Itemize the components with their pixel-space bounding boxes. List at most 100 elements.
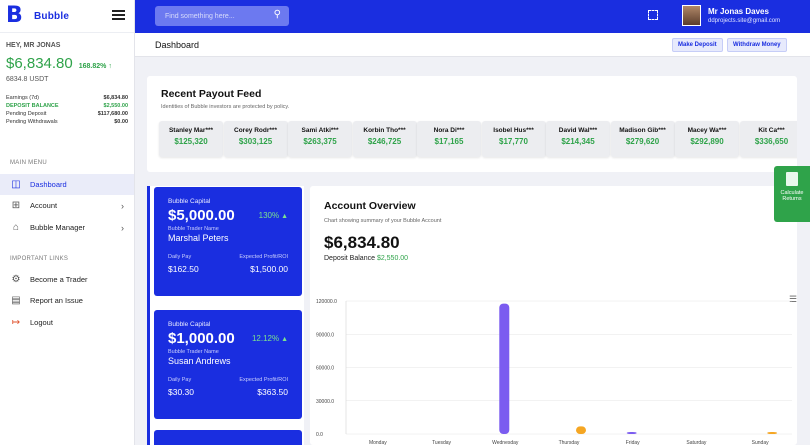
trader-name-label: Bubble Trader Name xyxy=(168,349,219,355)
home-icon: ⌂ xyxy=(12,222,20,233)
sub-header: Dashboard Make Deposit Withdraw Money xyxy=(135,33,810,57)
daily-pay-label: Daily Pay xyxy=(168,377,192,383)
x-tick-label: Friday xyxy=(626,440,640,445)
gear-icon: ⚙ xyxy=(11,274,21,285)
x-tick-label: Tuesday xyxy=(432,440,451,445)
capital-label: Bubble Capital xyxy=(168,321,211,328)
roi-value: $1,500.00 xyxy=(250,264,288,274)
sidebar-item-label: Bubble Manager xyxy=(30,223,86,232)
roi-label: Expected Profit/ROI xyxy=(239,254,288,260)
daily-pay-value: $30.30 xyxy=(168,387,194,397)
document-icon: ▤ xyxy=(11,295,21,306)
trader-card-partial[interactable] xyxy=(154,430,302,445)
sidebar-item-dashboard[interactable]: ◫ Dashboard xyxy=(0,174,134,195)
sidebar-item-label: Dashboard xyxy=(30,180,67,189)
calculator-icon xyxy=(786,172,798,186)
trader-card[interactable]: Bubble Capital $5,000.00 130% Bubble Trader… xyxy=(154,187,302,296)
payout-feed-subtitle: Identities of Bubble investors are prote… xyxy=(161,104,290,110)
payout-name: Isobel Hus*** xyxy=(493,127,534,134)
greeting: HEY, MR JONAS xyxy=(6,42,61,49)
daily-pay-value: $162.50 xyxy=(168,264,199,274)
page-title: Dashboard xyxy=(155,40,200,50)
sidebar-item-become-a-trader[interactable]: ⚙ Become a Trader xyxy=(0,269,134,290)
user-email: ddprojects.site@gmail.com xyxy=(708,18,781,24)
grid-icon: ⊞ xyxy=(11,200,21,211)
balance-stats: Earnings (7d) $6,834.80 DEPOSIT BALANCE $2,… xyxy=(6,94,128,126)
overview-subtitle: Chart showing summary of your Bubble Acc… xyxy=(324,218,442,224)
payout-name: Korbin Tho*** xyxy=(363,127,406,134)
stat-row: Pending Withdrawals $0.00 xyxy=(6,118,128,126)
roi-percent: 130% xyxy=(259,211,288,220)
account-balance: $6,834.80 xyxy=(6,55,73,72)
stat-value: $6,834.80 xyxy=(103,95,128,101)
account-overview: Account Overview Chart showing summary o… xyxy=(310,186,797,445)
stat-label: Pending Withdrawals xyxy=(6,119,58,125)
search-icon[interactable]: ⚲ xyxy=(274,9,281,20)
x-tick-label: Wednesday xyxy=(492,440,519,445)
trader-column-accent xyxy=(147,186,150,445)
payout-name: David Wal*** xyxy=(558,127,598,134)
calculate-returns-button[interactable]: Calculate Returns xyxy=(774,166,810,222)
chevron-right-icon: › xyxy=(121,222,124,233)
y-tick-label: 90000.0 xyxy=(316,332,334,338)
hamburger-menu-icon[interactable] xyxy=(112,10,125,20)
payout-amount: $214,345 xyxy=(561,137,595,146)
payout-amount: $279,620 xyxy=(625,137,660,146)
stat-row: Pending Deposit $117,680.00 xyxy=(6,110,128,118)
stat-value: $0.00 xyxy=(114,119,128,125)
stat-value: $117,680.00 xyxy=(97,111,128,117)
x-tick-label: Saturday xyxy=(686,440,707,445)
y-tick-label: 0.0 xyxy=(316,432,323,438)
sidebar-item-logout[interactable]: ↦ Logout xyxy=(0,312,134,333)
important-links-label: IMPORTANT LINKS xyxy=(10,256,69,262)
payout-feed-title: Recent Payout Feed xyxy=(161,88,262,100)
sidebar-item-account[interactable]: ⊞ Account › xyxy=(0,195,134,216)
trader-card[interactable]: Bubble Capital $1,000.00 12.12% Bubble Trad… xyxy=(154,310,302,419)
payout-name: Macey Wa*** xyxy=(687,127,727,134)
sidebar-item-label: Become a Trader xyxy=(30,275,88,284)
chart-bar xyxy=(626,432,637,434)
payout-amount: $17,165 xyxy=(434,137,464,146)
stat-label: DEPOSIT BALANCE xyxy=(6,103,59,109)
trader-name-label: Bubble Trader Name xyxy=(168,226,219,232)
user-name[interactable]: Mr Jonas Daves xyxy=(708,7,769,16)
payout-card: Macey Wa*** $292,890 xyxy=(675,121,739,157)
balance-change: 168.82% ↑ xyxy=(78,63,112,70)
calculate-returns-label: Calculate Returns xyxy=(780,190,804,202)
payout-name: Kit Ca*** xyxy=(758,127,785,134)
y-tick-label: 120000.0 xyxy=(316,299,337,305)
balance-usdt: 6834.8 USDT xyxy=(6,76,49,83)
payout-card: Stanley Mar*** $125,320 xyxy=(159,121,223,157)
payout-amount: $292,890 xyxy=(690,137,724,146)
fullscreen-icon[interactable] xyxy=(648,10,658,20)
logout-icon: ↦ xyxy=(11,317,21,328)
sidebar-item-label: Logout xyxy=(30,318,53,327)
stat-row: Earnings (7d) $6,834.80 xyxy=(6,94,128,102)
make-deposit-button[interactable]: Make Deposit xyxy=(672,38,723,52)
x-tick-label: Thursday xyxy=(559,440,580,445)
x-tick-label: Monday xyxy=(369,440,387,445)
top-bar: Find something here... ⚲ Mr Jonas Daves … xyxy=(135,0,810,33)
payout-card: David Wal*** $214,345 xyxy=(546,121,610,157)
withdraw-money-button[interactable]: Withdraw Money xyxy=(727,38,787,52)
chart-bar xyxy=(499,303,510,434)
stat-label: Pending Deposit xyxy=(6,111,47,117)
payout-amount: $303,125 xyxy=(238,137,273,146)
main-menu-label: MAIN MENU xyxy=(10,160,48,166)
search-input[interactable]: Find something here... ⚲ xyxy=(155,6,289,26)
overview-amount: $6,834.80 xyxy=(324,233,400,252)
payout-name: Sami Atki*** xyxy=(301,127,339,134)
deposit-balance-label: Deposit Balance xyxy=(324,255,375,262)
sidebar: B Bubble HEY, MR JONAS $6,834.80 168.82%… xyxy=(0,0,135,445)
sidebar-item-bubble-manager[interactable]: ⌂ Bubble Manager › xyxy=(0,217,134,238)
search-placeholder: Find something here... xyxy=(165,12,235,20)
payout-amount: $17,770 xyxy=(499,137,528,146)
brand-name: Bubble xyxy=(34,10,70,22)
y-tick-label: 30000.0 xyxy=(316,399,334,405)
payout-amount: $336,650 xyxy=(754,137,789,146)
x-tick-label: Sunday xyxy=(752,440,769,445)
sidebar-item-report-an-issue[interactable]: ▤ Report an Issue xyxy=(0,290,134,311)
payout-amount: $125,320 xyxy=(174,137,208,146)
overview-chart: 0.0 30000.0 60000.0 90000.0 120000.0 Monday Tu… xyxy=(316,299,792,445)
avatar[interactable] xyxy=(682,5,701,26)
